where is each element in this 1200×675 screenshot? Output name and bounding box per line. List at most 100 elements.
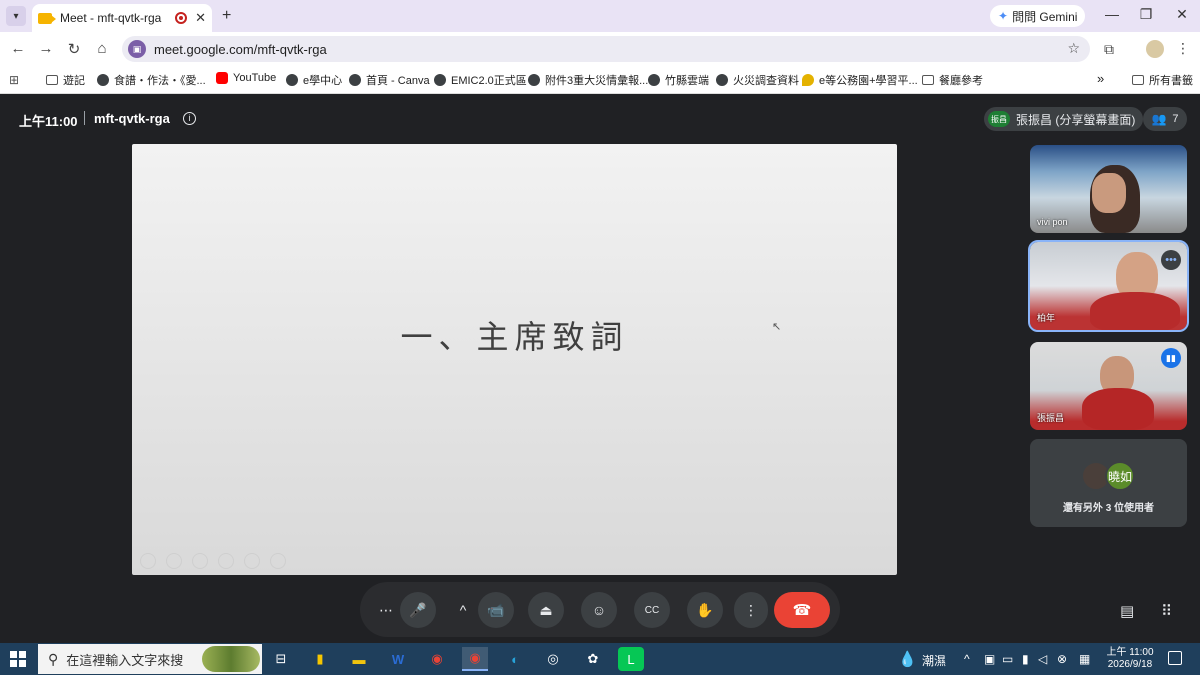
- bookmark-item[interactable]: 餐廳參考: [922, 72, 983, 88]
- taskbar-clock[interactable]: 上午 11:00 2026/9/18: [1104, 647, 1156, 671]
- weather-droplet-icon[interactable]: 💧: [898, 650, 917, 668]
- meet-stage: 上午11:00 mft-qvtk-rga i 振昌 張振昌 (分享螢幕畫面) 👥…: [0, 95, 1200, 643]
- volume-icon[interactable]: ◁: [1038, 652, 1047, 666]
- bookmark-star-icon[interactable]: ☆: [1067, 40, 1080, 57]
- bookmark-item[interactable]: 火災調查資料: [716, 72, 799, 88]
- slide-tool-more-icon[interactable]: [270, 553, 286, 569]
- chrome-active-app-icon[interactable]: ◉: [462, 647, 488, 671]
- bookmark-label: e學中心: [303, 75, 343, 87]
- meeting-info-icon[interactable]: i: [183, 112, 196, 125]
- slide-tool-zoom-icon[interactable]: [244, 553, 260, 569]
- all-bookmarks-button[interactable]: 所有書籤: [1132, 72, 1193, 88]
- emoji-reaction-button[interactable]: ☺: [581, 592, 617, 628]
- forward-button[interactable]: →: [36, 40, 56, 57]
- globe-icon: [528, 74, 540, 86]
- bookmark-item[interactable]: 附件3重大災情彙報...: [528, 72, 648, 88]
- network-icon[interactable]: ▭: [1002, 652, 1013, 666]
- url-text: meet.google.com/mft-qvtk-rga: [154, 41, 327, 57]
- address-bar-row: ← → ↻ ⌂ ▣ meet.google.com/mft-qvtk-rga ☆…: [0, 32, 1200, 66]
- bookmark-item[interactable]: 食譜・作法・《愛...: [97, 72, 206, 88]
- browser-tab-meet[interactable]: Meet - mft-qvtk-rga ✕: [32, 4, 212, 32]
- reload-button[interactable]: ↻: [64, 40, 84, 58]
- microphone-tray-icon[interactable]: ▮: [1022, 652, 1029, 666]
- new-tab-button[interactable]: +: [222, 7, 231, 25]
- word-app-icon[interactable]: W: [385, 647, 411, 671]
- tray-overflow-icon[interactable]: ^: [964, 652, 970, 666]
- people-icon: 👥: [1151, 112, 1167, 126]
- window-close-button[interactable]: ✕: [1172, 6, 1192, 23]
- browser-menu-icon[interactable]: ⋮: [1176, 40, 1190, 57]
- participant-name: 柏年: [1037, 313, 1056, 323]
- slide-tool-copy-icon[interactable]: [218, 553, 234, 569]
- site-info-icon[interactable]: ▣: [128, 40, 146, 58]
- camera-button[interactable]: 📹: [478, 592, 514, 628]
- globe-icon: [286, 74, 298, 86]
- taskbar-search-input[interactable]: ⚲ 在這裡輸入文字來搜: [38, 644, 262, 674]
- back-button[interactable]: ←: [8, 40, 28, 57]
- bookmarks-overflow-button[interactable]: »: [1097, 71, 1104, 86]
- slide-tool-prev-icon[interactable]: [140, 553, 156, 569]
- bookmark-item[interactable]: YouTube: [216, 72, 276, 84]
- globe-icon: [97, 74, 109, 86]
- window-restore-button[interactable]: ❐: [1136, 6, 1156, 23]
- extensions-puzzle-icon[interactable]: ⧉: [1104, 41, 1114, 58]
- activities-button[interactable]: ⠿: [1161, 602, 1172, 620]
- notification-center-icon[interactable]: [1168, 651, 1182, 665]
- tray-status-icon[interactable]: ⊗: [1057, 652, 1067, 666]
- notes-app-icon[interactable]: ▮: [307, 647, 333, 671]
- end-call-button[interactable]: ☎: [774, 592, 830, 628]
- bookmark-item[interactable]: 竹縣雲端: [648, 72, 709, 88]
- gemini-button[interactable]: ✦ 問問 Gemini: [990, 5, 1086, 27]
- bookmark-label: EMIC2.0正式區: [451, 75, 527, 87]
- slide-toolbar: [140, 553, 296, 569]
- more-options-button[interactable]: ⋯: [368, 592, 404, 628]
- edge-app-icon[interactable]: ◐: [502, 647, 528, 671]
- windows-start-icon[interactable]: [10, 651, 26, 667]
- chat-button[interactable]: ▤: [1120, 602, 1134, 620]
- slide-tool-pen-icon[interactable]: [192, 553, 208, 569]
- weather-label[interactable]: 潮濕: [922, 652, 946, 669]
- bookmark-item[interactable]: 首頁 - Canva: [349, 72, 430, 88]
- url-input[interactable]: ▣ meet.google.com/mft-qvtk-rga ☆: [122, 36, 1090, 62]
- tab-search-dropdown-icon[interactable]: ▾: [6, 6, 26, 26]
- profile-avatar[interactable]: [1146, 40, 1164, 58]
- tab-close-icon[interactable]: ✕: [195, 10, 206, 26]
- window-minimize-button[interactable]: —: [1102, 6, 1122, 22]
- tile-more-options-icon[interactable]: •••: [1161, 250, 1181, 270]
- meet-favicon-icon: [38, 12, 56, 24]
- app-icon[interactable]: ◎: [540, 647, 566, 671]
- input-method-icon[interactable]: ▦: [1079, 652, 1090, 666]
- apps-grid-icon[interactable]: ⊞: [9, 73, 19, 87]
- participant-tile[interactable]: ▮▮ 張振昌: [1030, 342, 1187, 430]
- meeting-code: mft-qvtk-rga: [94, 111, 170, 126]
- home-button[interactable]: ⌂: [92, 40, 112, 57]
- bookmark-item[interactable]: 遊記: [46, 72, 85, 88]
- chrome-app-icon[interactable]: ◉: [424, 647, 450, 671]
- microphone-button[interactable]: 🎤: [400, 592, 436, 628]
- chatgpt-app-icon[interactable]: ✿: [580, 647, 606, 671]
- more-actions-button[interactable]: ⋮: [734, 592, 768, 628]
- others-tile[interactable]: 曉如 還有另外 3 位使用者: [1030, 439, 1187, 527]
- bookmark-item[interactable]: EMIC2.0正式區: [434, 72, 527, 88]
- slide-tool-next-icon[interactable]: [166, 553, 182, 569]
- globe-icon: [349, 74, 361, 86]
- bookmark-label: 火災調查資料: [733, 75, 799, 87]
- bookmark-item[interactable]: e等公務園+學習平...: [802, 72, 918, 88]
- clock-date: 2026/9/18: [1107, 659, 1153, 670]
- tray-app-icon[interactable]: ▣: [984, 652, 995, 666]
- participant-tile[interactable]: ••• 柏年: [1028, 240, 1189, 332]
- present-screen-button[interactable]: ⏏: [528, 592, 564, 628]
- youtube-icon: [216, 72, 228, 84]
- file-explorer-icon[interactable]: ▬: [346, 647, 372, 671]
- raise-hand-button[interactable]: ✋: [687, 592, 723, 628]
- participant-tile[interactable]: vivi pon: [1030, 145, 1187, 233]
- participants-button[interactable]: 👥 7: [1143, 107, 1187, 131]
- bookmark-item[interactable]: e學中心: [286, 72, 342, 88]
- others-label: 還有另外 3 位使用者: [1062, 503, 1155, 514]
- presenter-chip[interactable]: 振昌 張振昌 (分享螢幕畫面): [984, 107, 1144, 131]
- line-app-icon[interactable]: L: [618, 647, 644, 671]
- gemini-sparkle-icon: ✦: [998, 9, 1009, 23]
- captions-button[interactable]: CC: [634, 592, 670, 628]
- chevron-up-icon[interactable]: ^: [448, 592, 478, 628]
- task-view-icon[interactable]: ⊟: [268, 647, 294, 671]
